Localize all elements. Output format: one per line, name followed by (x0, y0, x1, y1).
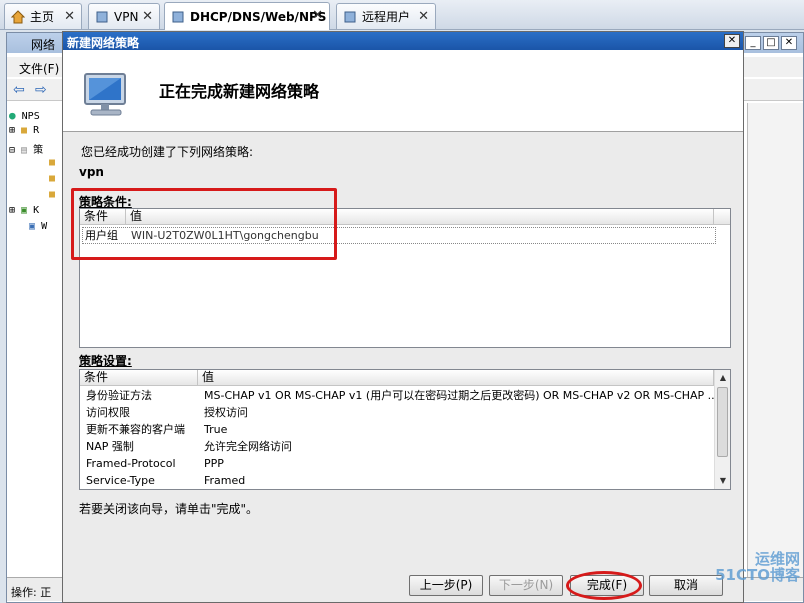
table-row[interactable]: 身份验证方法 MS-CHAP v1 OR MS-CHAP v1 (用户可以在密码过… (84, 388, 718, 405)
tab-bar: 主页 ✕ VPN ✕ DHCP/DNS/Web/NPS ✕ 远程用户 ✕ (0, 0, 804, 30)
conditions-header: 条件 值 (80, 209, 730, 225)
tab-home[interactable]: 主页 ✕ (4, 3, 82, 29)
folder-icon: ■ (21, 125, 28, 136)
policy-name: vpn (79, 165, 104, 179)
tab-label: VPN (114, 9, 139, 24)
column-header-value[interactable]: 值 (198, 370, 714, 386)
close-icon[interactable]: ✕ (781, 36, 797, 50)
scroll-up-icon[interactable]: ▲ (715, 370, 731, 386)
tree-item[interactable]: ● NPS (9, 109, 40, 125)
settings-list[interactable]: 条件 值 身份验证方法 MS-CHAP v1 OR MS-CHAP v1 (用户可… (79, 369, 731, 490)
cell-condition: 更新不兼容的客户端 (86, 423, 185, 436)
folder-icon[interactable]: ■ (49, 189, 55, 205)
close-hint: 若要关闭该向导，请单击"完成"。 (79, 502, 259, 516)
dialog-title-bar: 新建网络策略 ✕ (63, 32, 743, 50)
page-title: 正在完成新建网络策略 (159, 82, 320, 101)
settings-header: 条件 值 (80, 370, 714, 386)
status-text: 操作: 正 (11, 586, 52, 599)
settings-label: 策略设置: (79, 354, 132, 368)
folder-icon[interactable]: ■ (49, 173, 55, 189)
cell-value: True (204, 423, 228, 436)
background-window-title: 网络 (31, 38, 56, 52)
cell-value: Framed (204, 474, 246, 487)
tree-item[interactable]: ⊞ ▣ K (9, 205, 39, 221)
forward-arrow-icon[interactable]: ⇨ (35, 82, 47, 98)
computer-icon: ▣ (21, 205, 28, 216)
cell-condition: 访问权限 (86, 406, 130, 419)
folder-icon[interactable]: ■ (49, 157, 55, 173)
close-icon[interactable]: ✕ (64, 9, 75, 24)
cell-value: PPP (204, 457, 224, 470)
close-icon[interactable]: ✕ (418, 9, 429, 24)
server-icon (95, 10, 109, 24)
dialog-title: 新建网络策略 (67, 36, 140, 50)
cell-condition: 用户组 (85, 229, 118, 242)
tab-dhcp-dns-web-nps[interactable]: DHCP/DNS/Web/NPS ✕ (164, 2, 330, 30)
nps-icon: ● (9, 109, 16, 122)
minimize-icon[interactable]: _ (745, 36, 761, 50)
back-arrow-icon[interactable]: ⇦ (13, 82, 25, 98)
tab-label: DHCP/DNS/Web/NPS (190, 9, 327, 24)
column-header-condition[interactable]: 条件 (80, 209, 126, 225)
cell-value: 允许完全网络访问 (204, 440, 292, 453)
watermark-line2: 51CTO博客 (715, 566, 800, 584)
tab-label: 远程用户 (362, 10, 411, 24)
tab-remote-user[interactable]: 远程用户 ✕ (336, 3, 436, 29)
scroll-down-icon[interactable]: ▼ (715, 473, 731, 489)
server-icon (343, 10, 357, 24)
watermark-line1: 运维网 (754, 550, 800, 568)
tree-item[interactable]: ⊟ ▤ 策 (9, 141, 43, 157)
server-icon (171, 10, 185, 24)
column-header-condition[interactable]: 条件 (80, 370, 198, 386)
background-tree: ● NPS ⊞ ■ R ⊟ ▤ 策 ■ ■ ■ ⊞ ▣ K ▣ W (7, 103, 67, 577)
intro-text: 您已经成功创建了下列网络策略: (81, 145, 254, 159)
table-row[interactable]: 更新不兼容的客户端 True (84, 422, 712, 439)
finish-button[interactable]: 完成(F) (570, 575, 644, 596)
close-icon[interactable]: ✕ (142, 9, 153, 24)
cell-condition: Framed-Protocol (86, 457, 176, 470)
table-row[interactable]: NAP 强制 允许完全网络访问 (84, 439, 712, 456)
cell-value: WIN-U2T0ZW0L1HT\gongchengbu (131, 229, 319, 242)
monitor-icon (81, 70, 135, 127)
cell-value: MS-CHAP v1 OR MS-CHAP v1 (用户可以在密码过期之后更改密… (204, 389, 719, 402)
scroll-thumb[interactable] (717, 387, 728, 457)
cell-condition: 身份验证方法 (86, 389, 152, 402)
cell-condition: Service-Type (86, 474, 155, 487)
tree-item[interactable]: ⊞ ■ R (9, 125, 39, 141)
maximize-icon[interactable]: □ (763, 36, 779, 50)
cell-condition: NAP 强制 (86, 440, 134, 453)
table-row[interactable]: 用户组 WIN-U2T0ZW0L1HT\gongchengbu (82, 227, 716, 244)
new-network-policy-dialog: 新建网络策略 ✕ 正在完成新建网络策略 您已经成功创建了下列网络策略: vpn … (62, 31, 744, 603)
document-icon: ▤ (21, 145, 28, 156)
tab-label: 主页 (30, 10, 55, 24)
background-right-pane (747, 103, 803, 577)
dialog-header: 正在完成新建网络策略 (63, 50, 743, 132)
conditions-list[interactable]: 条件 值 用户组 WIN-U2T0ZW0L1HT\gongchengbu (79, 208, 731, 348)
cell-value: 授权访问 (204, 406, 248, 419)
menu-file[interactable]: 文件(F) (19, 60, 59, 77)
watermark: 运维网 51CTO博客 (715, 551, 800, 583)
tree-item[interactable]: ▣ W (29, 221, 47, 237)
close-icon[interactable]: ✕ (724, 34, 740, 48)
computer-icon: ▣ (29, 221, 36, 232)
tab-vpn[interactable]: VPN ✕ (88, 3, 160, 29)
table-row[interactable]: 访问权限 授权访问 (84, 405, 712, 422)
scrollbar[interactable]: ▲ ▼ (714, 370, 730, 489)
cancel-button[interactable]: 取消 (649, 575, 723, 596)
table-row[interactable]: Framed-Protocol PPP (84, 456, 712, 473)
home-icon (10, 9, 26, 24)
next-button[interactable]: 下一步(N) (489, 575, 563, 596)
close-icon[interactable]: ✕ (312, 8, 323, 23)
table-row[interactable]: Service-Type Framed (84, 473, 712, 490)
column-header-value[interactable]: 值 (126, 209, 714, 225)
back-button[interactable]: 上一步(P) (409, 575, 483, 596)
